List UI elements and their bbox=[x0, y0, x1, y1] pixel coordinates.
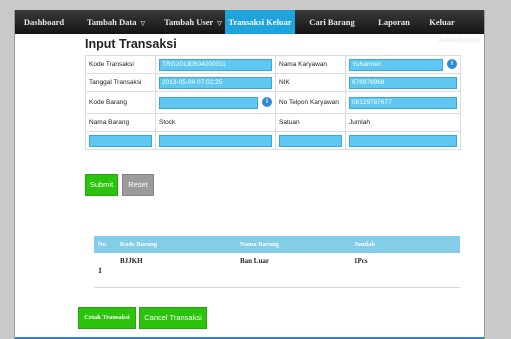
cetak-transaksi-button[interactable]: Cetak Transaksi bbox=[78, 307, 136, 329]
nav-keluar[interactable]: Keluar bbox=[422, 10, 462, 34]
nav-tambah-user-label: Tambah User bbox=[164, 17, 214, 27]
user-name: Administrator bbox=[438, 37, 480, 44]
chevron-down-icon: ▽ bbox=[217, 21, 222, 27]
nav-tambah-data[interactable]: Tambah Data ▽ bbox=[77, 10, 155, 34]
row-kode-barang: BJJKH bbox=[116, 253, 236, 288]
nav-transaksi-keluar[interactable]: Transaksi Keluar bbox=[225, 10, 295, 34]
header-kode-barang: Kode Barang bbox=[116, 236, 236, 253]
table-row: 1 BJJKH Ban Luar 1Pcs bbox=[94, 253, 460, 288]
satuan-column-label: Satuan bbox=[275, 113, 346, 132]
nav-dashboard[interactable]: Dashboard bbox=[15, 10, 73, 34]
cancel-transaksi-button[interactable]: Cancel Transaksi bbox=[139, 307, 207, 329]
reset-button[interactable]: Reset bbox=[122, 174, 154, 196]
row-no: 1 bbox=[94, 253, 116, 288]
nav-transaksi-keluar-label: Transaksi Keluar bbox=[228, 17, 292, 27]
nav-laporan-label: Laporan bbox=[378, 17, 410, 27]
telpon-karyawan-field[interactable]: 08129787677 bbox=[349, 96, 457, 109]
nama-barang-field[interactable] bbox=[89, 134, 152, 147]
input-form-table: Kode Transaksi TRG20130504000011 Nama Ka… bbox=[85, 55, 461, 150]
nik-label: NIK bbox=[275, 73, 346, 92]
nav-laporan[interactable]: Laporan bbox=[370, 10, 418, 34]
tanggal-transaksi-field[interactable]: 2013-05-04 07:02:25 bbox=[159, 76, 272, 89]
kode-barang-label: Kode Barang bbox=[85, 91, 156, 114]
kode-transaksi-field[interactable]: TRG20130504000011 bbox=[159, 58, 272, 71]
submit-button[interactable]: Submit bbox=[85, 174, 118, 196]
app-window: Dashboard Tambah Data ▽ Tambah User ▽ Tran… bbox=[14, 10, 485, 339]
nav-keluar-label: Keluar bbox=[429, 17, 455, 27]
nav-tambah-data-label: Tambah Data bbox=[86, 17, 137, 27]
nav-cari-barang-label: Cari Barang bbox=[309, 17, 355, 27]
nama-barang-column-label: Nama Barang bbox=[85, 113, 156, 132]
row-nama-barang: Ban Luar bbox=[236, 253, 350, 288]
jumlah-column-label: Jumlah bbox=[345, 113, 461, 132]
header-no: No bbox=[94, 236, 116, 253]
chevron-down-icon: ▽ bbox=[140, 21, 146, 27]
top-navbar: Dashboard Tambah Data ▽ Tambah User ▽ Tran… bbox=[15, 10, 484, 34]
nik-field[interactable]: 678978968 bbox=[349, 76, 457, 89]
transaction-items-table: No Kode Barang Nama Barang Jumlah 1 BJJK… bbox=[94, 236, 460, 288]
nav-tambah-user[interactable]: Tambah User ▽ bbox=[155, 10, 231, 34]
row-jumlah: 1Pcs bbox=[350, 253, 460, 288]
nama-karyawan-field[interactable]: Yuharmen bbox=[349, 58, 443, 71]
stock-field[interactable] bbox=[159, 134, 272, 147]
info-icon[interactable]: i bbox=[262, 96, 272, 107]
header-nama-barang: Nama Barang bbox=[236, 236, 350, 253]
tanggal-transaksi-label: Tanggal Transaksi bbox=[85, 73, 156, 92]
header-jumlah: Jumlah bbox=[350, 236, 460, 253]
nav-cari-barang[interactable]: Cari Barang bbox=[302, 10, 362, 34]
page-title: Input Transaksi bbox=[85, 37, 177, 51]
info-icon[interactable]: i bbox=[447, 58, 457, 69]
nav-dashboard-label: Dashboard bbox=[23, 17, 65, 27]
stock-column-label: Stock bbox=[155, 113, 276, 132]
satuan-field[interactable] bbox=[279, 134, 342, 147]
kode-barang-field[interactable] bbox=[159, 96, 258, 109]
telpon-karyawan-label: No Telpon Karyawan bbox=[275, 91, 346, 114]
jumlah-field[interactable] bbox=[349, 134, 457, 147]
kode-transaksi-label: Kode Transaksi bbox=[85, 55, 156, 74]
nama-karyawan-label: Nama Karyawan bbox=[275, 55, 346, 74]
